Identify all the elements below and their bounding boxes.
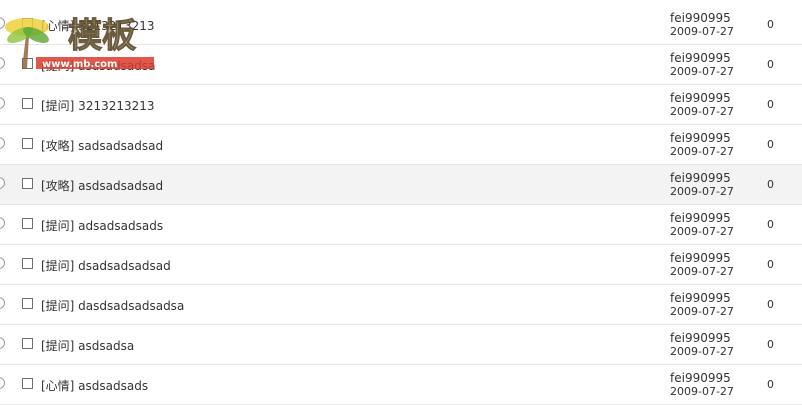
- topic-author[interactable]: fei990995: [670, 51, 731, 65]
- row-checkbox[interactable]: [22, 98, 33, 109]
- row-checkbox[interactable]: [22, 378, 33, 389]
- topic-date: 2009-07-27: [670, 185, 734, 198]
- topic-title[interactable]: [提问] adsadsadsads: [41, 217, 163, 234]
- topic-title[interactable]: [心情] 3213213213: [41, 17, 155, 34]
- topic-author[interactable]: fei990995: [670, 251, 731, 265]
- row-checkbox[interactable]: [22, 178, 33, 189]
- reply-count: 0: [767, 298, 774, 311]
- topic-title[interactable]: [提问] 3213213213: [41, 97, 155, 114]
- reply-count: 0: [767, 258, 774, 271]
- reply-count: 0: [767, 178, 774, 191]
- row-radio[interactable]: [0, 217, 5, 229]
- topic-title[interactable]: [攻略] sadsadsadsad: [41, 137, 163, 154]
- reply-count: 0: [767, 18, 774, 31]
- reply-count: 0: [767, 218, 774, 231]
- topic-list: [心情] 3213213213 fei990995 2009-07-27 0 […: [0, 5, 802, 405]
- topic-date: 2009-07-27: [670, 265, 734, 278]
- reply-count: 0: [767, 378, 774, 391]
- topic-author[interactable]: fei990995: [670, 331, 731, 345]
- row-checkbox[interactable]: [22, 58, 33, 69]
- row-radio[interactable]: [0, 17, 5, 29]
- topic-author[interactable]: fei990995: [670, 171, 731, 185]
- row-checkbox[interactable]: [22, 18, 33, 29]
- topic-date: 2009-07-27: [670, 345, 734, 358]
- topic-date: 2009-07-27: [670, 305, 734, 318]
- topic-author[interactable]: fei990995: [670, 11, 731, 25]
- topic-row[interactable]: [提问] dasdsadsadsadsa fei990995 2009-07-2…: [0, 285, 802, 325]
- reply-count: 0: [767, 338, 774, 351]
- row-checkbox[interactable]: [22, 218, 33, 229]
- topic-row[interactable]: [提问] dsadsadsadsad fei990995 2009-07-27 …: [0, 245, 802, 285]
- topic-title[interactable]: [心情] asdsadsads: [41, 377, 148, 394]
- reply-count: 0: [767, 58, 774, 71]
- row-checkbox[interactable]: [22, 298, 33, 309]
- topic-author[interactable]: fei990995: [670, 91, 731, 105]
- topic-title[interactable]: [提问] asdsadsa: [41, 337, 134, 354]
- topic-date: 2009-07-27: [670, 65, 734, 78]
- topic-date: 2009-07-27: [670, 25, 734, 38]
- reply-count: 0: [767, 98, 774, 111]
- topic-title[interactable]: [提问] dsadsadsadsad: [41, 257, 171, 274]
- topic-author[interactable]: fei990995: [670, 371, 731, 385]
- topic-row[interactable]: [心情] asdsadsads fei990995 2009-07-27 0: [0, 365, 802, 405]
- topic-row[interactable]: [提问] 3213213213 fei990995 2009-07-27 0: [0, 85, 802, 125]
- row-checkbox[interactable]: [22, 258, 33, 269]
- row-checkbox[interactable]: [22, 138, 33, 149]
- topic-author[interactable]: fei990995: [670, 211, 731, 225]
- reply-count: 0: [767, 138, 774, 151]
- topic-author[interactable]: fei990995: [670, 291, 731, 305]
- row-radio[interactable]: [0, 297, 5, 309]
- row-checkbox[interactable]: [22, 338, 33, 349]
- topic-title[interactable]: [提问] asdsadsadsa: [41, 57, 155, 74]
- topic-date: 2009-07-27: [670, 225, 734, 238]
- topic-row[interactable]: [提问] adsadsadsads fei990995 2009-07-27 0: [0, 205, 802, 245]
- topic-row[interactable]: [提问] asdsadsa fei990995 2009-07-27 0: [0, 325, 802, 365]
- row-radio[interactable]: [0, 257, 5, 269]
- topic-title[interactable]: [攻略] asdsadsadsad: [41, 177, 163, 194]
- row-radio[interactable]: [0, 177, 5, 189]
- topic-row[interactable]: [攻略] sadsadsadsad fei990995 2009-07-27 0: [0, 125, 802, 165]
- row-radio[interactable]: [0, 97, 5, 109]
- topic-row[interactable]: [心情] 3213213213 fei990995 2009-07-27 0: [0, 5, 802, 45]
- row-radio[interactable]: [0, 57, 5, 69]
- topic-row[interactable]: [攻略] asdsadsadsad fei990995 2009-07-27 0: [0, 165, 802, 205]
- topic-row[interactable]: [提问] asdsadsadsa fei990995 2009-07-27 0: [0, 45, 802, 85]
- topic-author[interactable]: fei990995: [670, 131, 731, 145]
- row-radio[interactable]: [0, 337, 5, 349]
- topic-date: 2009-07-27: [670, 385, 734, 398]
- row-radio[interactable]: [0, 377, 5, 389]
- topic-title[interactable]: [提问] dasdsadsadsadsa: [41, 297, 184, 314]
- topic-date: 2009-07-27: [670, 145, 734, 158]
- row-radio[interactable]: [0, 137, 5, 149]
- topic-date: 2009-07-27: [670, 105, 734, 118]
